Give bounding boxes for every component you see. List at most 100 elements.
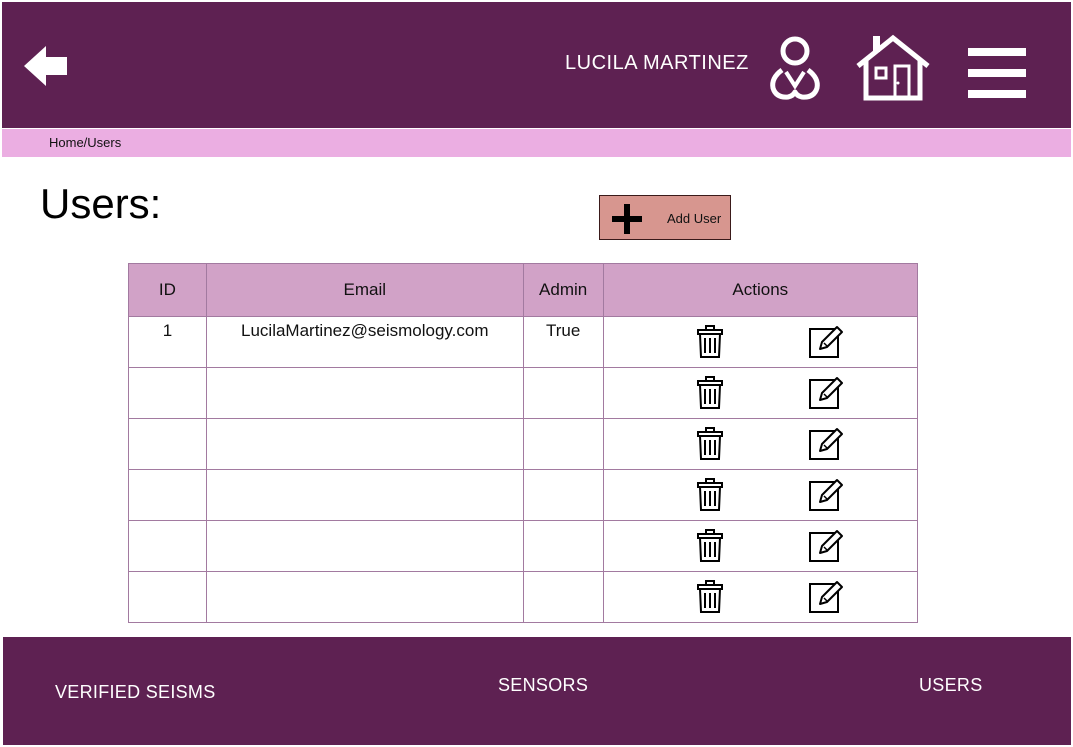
trash-icon (696, 529, 723, 562)
cell-admin-text (524, 521, 603, 525)
delete-user-button[interactable] (696, 478, 724, 512)
row-actions (604, 521, 917, 571)
column-header-admin: Admin (522, 263, 604, 317)
table-row (128, 571, 919, 623)
edit-icon (808, 479, 843, 511)
nav-verified-seisms[interactable]: VERIFIED SEISMS (55, 682, 216, 703)
breadcrumb[interactable]: Home/Users (49, 135, 121, 150)
cell-id: 1 (128, 316, 207, 368)
page-title: Users: (40, 180, 162, 227)
delete-user-button[interactable] (696, 427, 724, 461)
table-row: 1 LucilaMartinez@seismology.com True (128, 316, 919, 368)
edit-user-button[interactable] (808, 325, 844, 359)
cell-admin (522, 571, 604, 623)
cell-admin-text (524, 368, 603, 372)
trash-icon (696, 427, 723, 460)
cell-id-text (129, 368, 206, 372)
menu-button[interactable] (966, 46, 1028, 100)
trash-icon (696, 325, 723, 358)
cell-admin (522, 367, 604, 419)
profile-button[interactable] (766, 34, 824, 102)
cell-email-text (207, 470, 523, 474)
edit-icon (808, 326, 843, 358)
cell-email (205, 367, 524, 419)
edit-user-button[interactable] (808, 376, 844, 410)
table-row (128, 367, 919, 419)
delete-user-button[interactable] (696, 529, 724, 563)
table-row (128, 520, 919, 572)
cell-admin-text (524, 572, 603, 576)
edit-user-button[interactable] (808, 427, 844, 461)
back-button[interactable] (22, 44, 72, 88)
breadcrumb-bar: Home/Users (2, 129, 1071, 157)
edit-icon (808, 581, 843, 613)
table-header-row: ID Email Admin Actions (128, 263, 919, 317)
cell-admin (522, 520, 604, 572)
edit-user-button[interactable] (808, 529, 844, 563)
delete-user-button[interactable] (696, 580, 724, 614)
cell-email (205, 571, 524, 623)
row-actions (604, 317, 917, 367)
row-actions (604, 368, 917, 418)
cell-id (128, 520, 207, 572)
cell-actions (602, 520, 919, 572)
current-user-name: LUCILA MARTINEZ (565, 52, 749, 74)
cell-email (205, 418, 524, 470)
cell-id-text (129, 470, 206, 474)
cell-email-text (207, 521, 523, 525)
cell-email-text (207, 572, 523, 576)
add-user-button[interactable]: Add User (599, 195, 731, 240)
cell-actions (602, 469, 919, 521)
home-icon (856, 34, 930, 101)
cell-actions (602, 418, 919, 470)
cell-id (128, 469, 207, 521)
trash-icon (696, 580, 723, 613)
delete-user-button[interactable] (696, 376, 724, 410)
row-actions (604, 572, 917, 622)
edit-icon (808, 530, 843, 562)
table-row (128, 418, 919, 470)
cell-admin-text: True (545, 321, 581, 340)
edit-user-button[interactable] (808, 580, 844, 614)
edit-user-button[interactable] (808, 478, 844, 512)
column-header-id: ID (128, 263, 207, 317)
plus-icon (612, 204, 642, 234)
column-header-email: Email (205, 263, 524, 317)
cell-email-text (207, 419, 523, 423)
delete-user-button[interactable] (696, 325, 724, 359)
add-user-label: Add User (667, 211, 722, 226)
cell-id-text: 1 (162, 321, 173, 340)
cell-email (205, 469, 524, 521)
row-actions (604, 419, 917, 469)
cell-actions (602, 367, 919, 419)
users-page: LUCILA MARTINEZ Home/Users Users: Add Us… (0, 0, 1073, 747)
cell-admin: True (522, 316, 604, 368)
cell-email: LucilaMartinez@seismology.com (205, 316, 524, 368)
nav-users[interactable]: USERS (919, 675, 983, 696)
table-row (128, 469, 919, 521)
cell-email (205, 520, 524, 572)
cell-actions (602, 571, 919, 623)
cell-email-text: LucilaMartinez@seismology.com (241, 321, 489, 340)
trash-icon (696, 376, 723, 409)
hamburger-menu-icon (968, 48, 1026, 98)
column-header-actions: Actions (602, 263, 919, 317)
cell-id (128, 367, 207, 419)
cell-actions (602, 316, 919, 368)
cell-admin-text (524, 470, 603, 474)
cell-admin (522, 469, 604, 521)
cell-admin-text (524, 419, 603, 423)
cell-id-text (129, 572, 206, 576)
bottom-nav: VERIFIED SEISMS SENSORS USERS (3, 637, 1071, 745)
cell-id (128, 571, 207, 623)
user-profile-icon (770, 36, 820, 100)
users-table: ID Email Admin Actions 1 LucilaMartinez@s… (128, 263, 919, 623)
home-button[interactable] (854, 34, 932, 102)
row-actions (604, 470, 917, 520)
edit-icon (808, 428, 843, 460)
trash-icon (696, 478, 723, 511)
cell-id-text (129, 419, 206, 423)
nav-sensors[interactable]: SENSORS (498, 675, 588, 696)
cell-id-text (129, 521, 206, 525)
cell-id (128, 418, 207, 470)
